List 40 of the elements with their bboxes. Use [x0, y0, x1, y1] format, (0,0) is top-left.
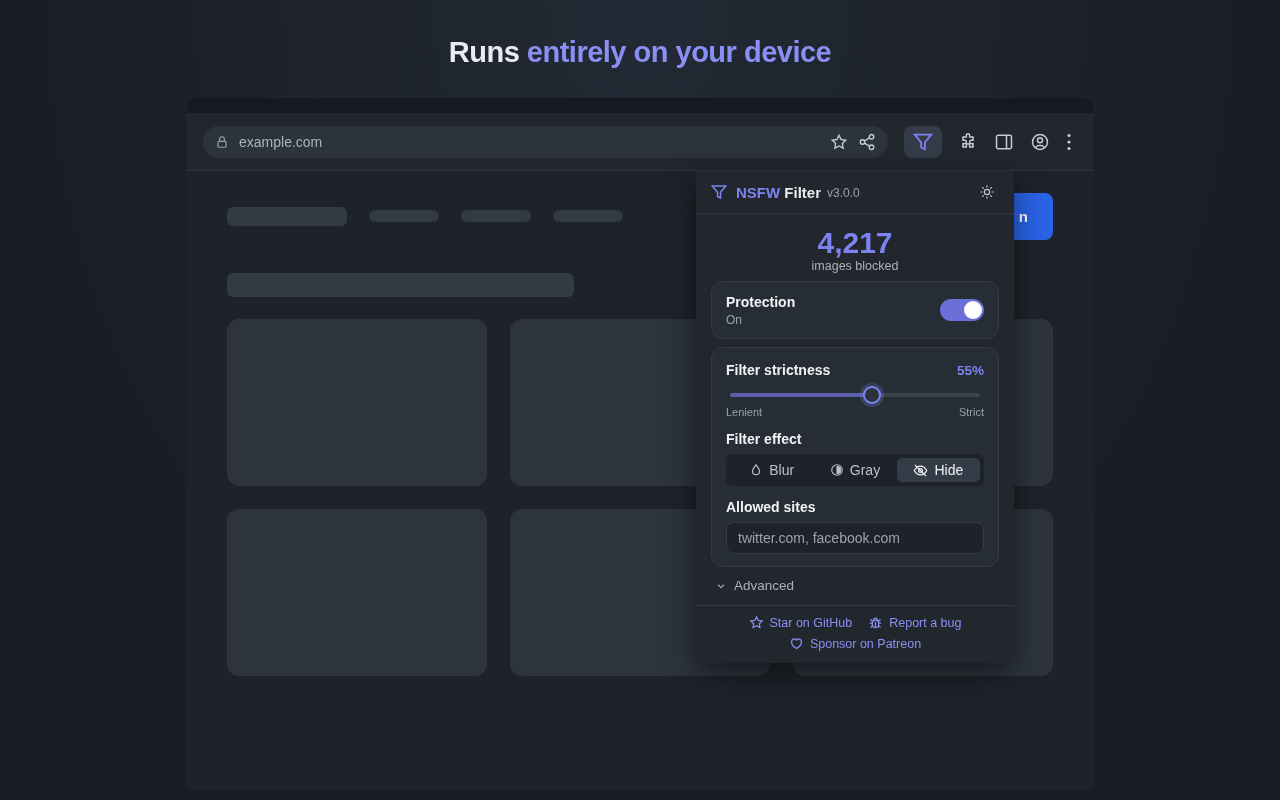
headline: Runs entirely on your device	[448, 36, 832, 70]
heart-icon	[788, 636, 804, 651]
effect-option[interactable]: Hide	[896, 458, 980, 482]
protection-toggle[interactable]	[940, 299, 984, 321]
sun-icon[interactable]	[979, 184, 995, 200]
filter-icon	[710, 183, 728, 201]
url-text: example.com	[239, 133, 323, 150]
protection-status: On	[726, 312, 743, 327]
half-circle-icon	[829, 463, 844, 477]
blocked-count: 4,217	[816, 227, 894, 259]
footer-link[interactable]: Sponsor on Patreon	[788, 636, 922, 651]
footer-link[interactable]: Report a bug	[868, 615, 962, 630]
effect-option[interactable]: Blur	[730, 458, 814, 482]
protection-label: Protection	[726, 293, 796, 310]
bug-icon	[868, 615, 884, 630]
advanced-toggle[interactable]: Advanced	[716, 578, 795, 593]
placeholder-bar	[461, 210, 531, 222]
filter-extension-button[interactable]	[904, 125, 942, 158]
count-label: images blocked	[810, 259, 900, 273]
share-icon[interactable]	[858, 132, 876, 151]
version-label: v3.0.0	[827, 186, 860, 200]
placeholder-bar	[369, 210, 439, 222]
footer-link[interactable]: Star on GitHub	[748, 615, 853, 630]
allowed-sites-field[interactable]: twitter.com, facebook.com	[726, 522, 984, 554]
strictness-value: 55%	[956, 362, 984, 378]
popup-title: NSFW Filter	[736, 183, 821, 201]
max-label: Strict	[958, 406, 984, 418]
star-icon	[748, 615, 764, 630]
lock-icon	[215, 134, 229, 149]
star-icon[interactable]	[830, 132, 848, 151]
allowed-sites-label: Allowed sites	[726, 499, 817, 515]
address-bar[interactable]: example.com	[203, 125, 888, 158]
effect-label: Filter effect	[726, 431, 803, 447]
min-label: Lenient	[726, 406, 763, 418]
effect-option[interactable]: Gray	[813, 458, 897, 482]
placeholder-bar	[553, 210, 623, 222]
strictness-label: Filter strictness	[726, 362, 831, 378]
eye-off-icon	[913, 462, 929, 478]
more-icon[interactable]	[1066, 132, 1072, 151]
profile-icon[interactable]	[1030, 131, 1050, 152]
